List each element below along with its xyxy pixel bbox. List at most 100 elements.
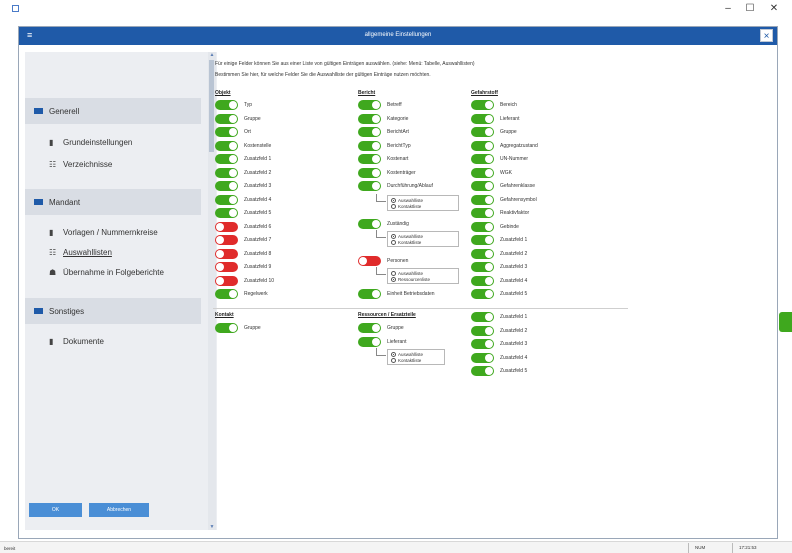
toggle-row-personen: Personen	[358, 256, 408, 266]
toggle-switch[interactable]	[215, 127, 238, 137]
toggle-switch[interactable]	[215, 194, 238, 205]
minimize-button[interactable]: –	[718, 2, 738, 16]
toggle-switch[interactable]	[215, 248, 238, 259]
toggle-switch[interactable]	[471, 181, 494, 191]
radio-option[interactable]: Kontaktliste	[391, 203, 455, 209]
toggle-switch[interactable]	[215, 221, 238, 232]
sidebar-group-mandant[interactable]: Mandant	[25, 189, 201, 215]
toggle-switch[interactable]	[358, 219, 381, 229]
sidebar-item-grundeinstellungen[interactable]: ▮ Grundeinstellungen	[49, 138, 132, 147]
toggle-switch[interactable]	[471, 235, 494, 245]
dialog-close-button[interactable]: ×	[760, 29, 773, 42]
radio-dot[interactable]	[391, 239, 396, 245]
toggle-switch[interactable]	[215, 262, 238, 272]
toggle-label: Lieferant	[387, 339, 407, 345]
toggle-switch[interactable]	[471, 100, 494, 110]
toggle-switch[interactable]	[358, 289, 381, 299]
sidebar-group-sonstiges[interactable]: Sonstiges	[25, 298, 201, 324]
sidebar: Generell ▮ Grundeinstellungen ☷ Verzeichni…	[25, 52, 217, 530]
toggle-switch[interactable]	[358, 154, 381, 164]
toggle-switch[interactable]	[471, 154, 494, 164]
toggle-label: Betreff	[387, 102, 402, 108]
scroll-up-icon[interactable]: ▲	[208, 52, 216, 58]
sidebar-group-label: Sonstiges	[49, 307, 85, 316]
window-close-button[interactable]: ✕	[764, 2, 784, 16]
radio-option[interactable]: Ressourcenliste	[391, 276, 455, 282]
toggle-row-kontakt-gruppe: Gruppe	[215, 323, 261, 333]
radio-dot[interactable]	[391, 357, 396, 363]
ok-button[interactable]: OK	[29, 503, 82, 517]
toggle-switch[interactable]	[471, 352, 494, 363]
toggle-label: Zusatzfeld 1	[500, 314, 528, 320]
radio-dot[interactable]	[391, 270, 396, 276]
toggle-label: BerichtTyp	[387, 142, 411, 149]
toggle-switch[interactable]	[215, 140, 238, 151]
side-tab[interactable]	[779, 312, 792, 332]
toggle-switch[interactable]	[215, 154, 238, 164]
toggle-gefahrstoff-row: Gebinde	[471, 221, 519, 232]
toggle-switch[interactable]	[471, 289, 494, 299]
toggle-gefahrstoff-row: Gefahrensymbol	[471, 194, 537, 205]
sidebar-item-auswahllisten[interactable]: ☷ Auswahllisten	[49, 248, 112, 257]
toggle-switch[interactable]	[215, 289, 238, 299]
toggle-switch[interactable]	[358, 100, 381, 110]
toggle-switch[interactable]	[358, 256, 381, 266]
scroll-thumb[interactable]	[209, 60, 214, 152]
radio-option[interactable]: Kontaktliste	[391, 357, 441, 363]
toggle-switch[interactable]	[471, 208, 494, 218]
radio-option[interactable]: Kontaktliste	[391, 239, 455, 245]
toggle-switch[interactable]	[215, 181, 238, 191]
sidebar-item-uebernahme[interactable]: ☗ Übernahme in Folgeberichte	[49, 268, 164, 277]
toggle-label: Reaktivfaktor	[500, 210, 530, 216]
toggle-switch[interactable]	[471, 127, 494, 137]
toggle-switch[interactable]	[471, 167, 494, 178]
toggle-switch[interactable]	[215, 275, 238, 286]
toggle-switch[interactable]	[215, 323, 238, 333]
toggle-switch[interactable]	[215, 208, 238, 218]
toggle-switch[interactable]	[471, 275, 494, 286]
toggle-switch[interactable]	[358, 337, 381, 347]
toggle-switch[interactable]	[471, 113, 494, 124]
maximize-button[interactable]: ☐	[740, 2, 760, 16]
sidebar-group-generell[interactable]: Generell	[25, 98, 201, 124]
toggle-switch[interactable]	[358, 181, 381, 191]
toggle-switch[interactable]	[471, 312, 494, 322]
toggle-switch[interactable]	[358, 113, 381, 124]
toggle-switch[interactable]	[471, 221, 494, 232]
radio-label: Auswahlliste	[398, 233, 424, 239]
toggle-row-einheit: Einheit Betriebsdaten	[358, 289, 435, 299]
radio-dot[interactable]	[391, 351, 396, 357]
radio-dot[interactable]	[391, 233, 396, 239]
cancel-button[interactable]: Abbrechen	[89, 503, 149, 517]
radio-dot[interactable]	[391, 197, 396, 203]
toggle-switch[interactable]	[358, 127, 381, 137]
scroll-down-icon[interactable]: ▼	[208, 524, 216, 530]
toggle-switch[interactable]	[471, 248, 494, 259]
radio-dot[interactable]	[391, 276, 396, 282]
radio-dot[interactable]	[391, 203, 396, 209]
toggle-bericht-row: BerichtArt	[358, 127, 409, 137]
toggle-switch[interactable]	[471, 366, 494, 376]
sidebar-item-verzeichnisse[interactable]: ☷ Verzeichnisse	[49, 160, 112, 169]
toggle-switch[interactable]	[215, 235, 238, 245]
toggle-label: Zusatzfeld 3	[244, 183, 272, 189]
column-head-objekt: Objekt	[215, 90, 231, 96]
toggle-label: Personen	[387, 258, 409, 264]
toggle-switch[interactable]	[358, 140, 381, 151]
toggle-switch[interactable]	[215, 113, 238, 124]
toggle-switch[interactable]	[471, 140, 494, 151]
toggle-switch[interactable]	[471, 339, 494, 349]
toggle-label: Zusatzfeld 6	[244, 223, 272, 230]
toggle-switch[interactable]	[215, 167, 238, 178]
toggle-switch[interactable]	[471, 325, 494, 336]
radio-label: Kontaktliste	[398, 239, 422, 245]
toggle-bericht-row: BerichtTyp	[358, 140, 411, 151]
toggle-switch[interactable]	[358, 167, 381, 178]
toggle-switch[interactable]	[215, 100, 238, 110]
toggle-switch[interactable]	[358, 323, 381, 333]
sidebar-item-vorlagen[interactable]: ▮ Vorlagen / Nummernkreise	[49, 228, 158, 237]
toggle-switch[interactable]	[471, 262, 494, 272]
toggle-extra-row: Zusatzfeld 4	[471, 352, 527, 363]
toggle-switch[interactable]	[471, 194, 494, 205]
sidebar-item-dokumente[interactable]: ▮ Dokumente	[49, 337, 104, 346]
